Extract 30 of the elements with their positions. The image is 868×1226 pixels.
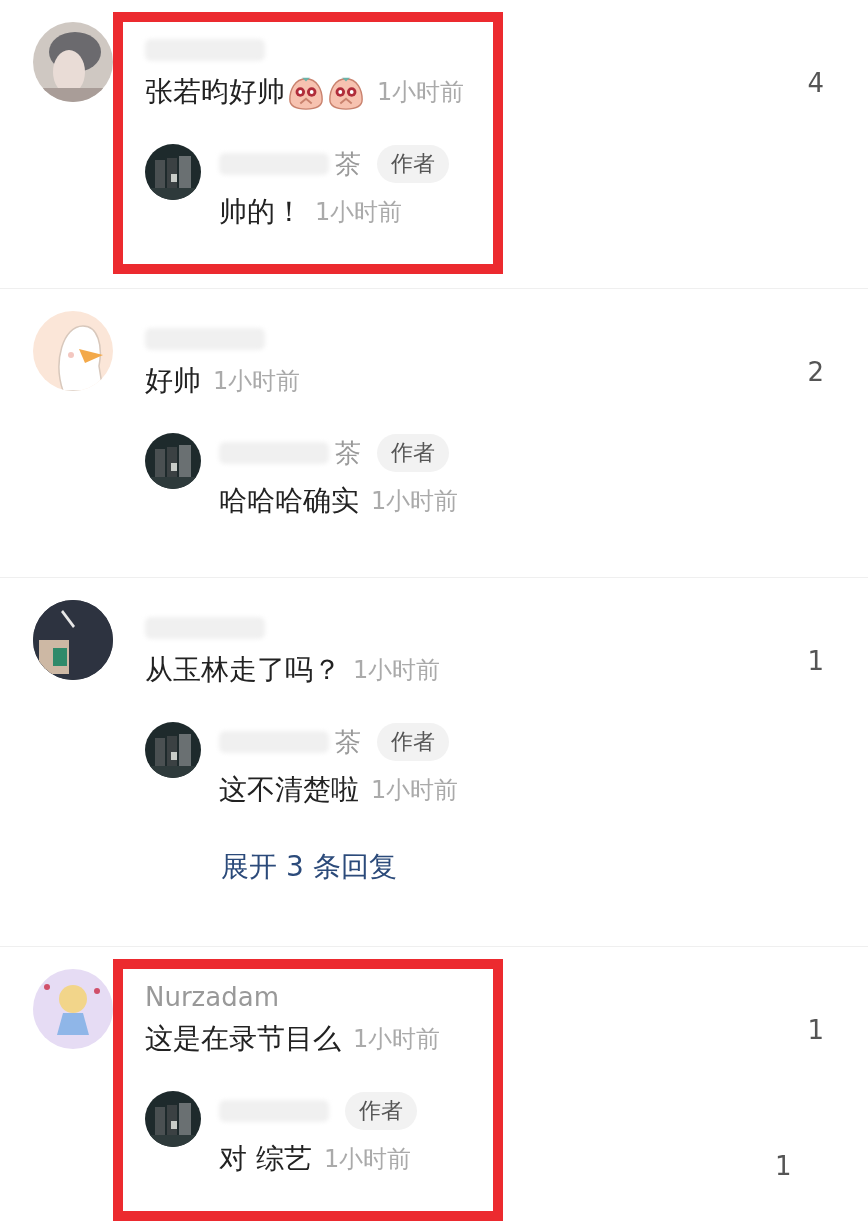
like-count: 4	[807, 68, 824, 98]
reply-text: 对 综艺	[219, 1141, 312, 1177]
user-name[interactable]: Nurzadam	[145, 982, 279, 1012]
reply-text: 这不清楚啦	[219, 772, 359, 808]
comment-text: 从玉林走了吗？	[145, 652, 341, 688]
user-name[interactable]: 茶	[335, 146, 361, 182]
author-badge: 作者	[377, 434, 449, 472]
timestamp: 1小时前	[315, 197, 403, 228]
timestamp: 1小时前	[323, 1144, 412, 1175]
reply-text: 哈哈哈确实	[219, 483, 359, 519]
user-name[interactable]: 茶	[335, 435, 361, 471]
reply-text: 帅的！	[219, 194, 303, 230]
timestamp: 1小时前	[371, 775, 459, 806]
expand-replies-link[interactable]: 展开 3 条回复	[221, 848, 397, 886]
like-count: 1	[807, 1015, 824, 1045]
timestamp: 1小时前	[371, 486, 459, 517]
comment-text: 张若昀好帅	[145, 74, 285, 110]
comment-text: 好帅	[145, 363, 201, 399]
timestamp: 1小时前	[353, 1024, 441, 1055]
comment-text: 这是在录节目么	[145, 1021, 341, 1057]
timestamp: 1小时前	[213, 366, 301, 397]
author-badge: 作者	[345, 1092, 417, 1130]
like-count: 1	[807, 646, 824, 676]
author-badge: 作者	[377, 145, 449, 183]
user-name[interactable]: 茶	[335, 724, 361, 760]
like-count: 1	[775, 1151, 792, 1181]
author-badge: 作者	[377, 723, 449, 761]
timestamp: 1小时前	[353, 655, 441, 686]
like-count: 2	[807, 357, 824, 387]
timestamp: 1小时前	[377, 77, 465, 108]
